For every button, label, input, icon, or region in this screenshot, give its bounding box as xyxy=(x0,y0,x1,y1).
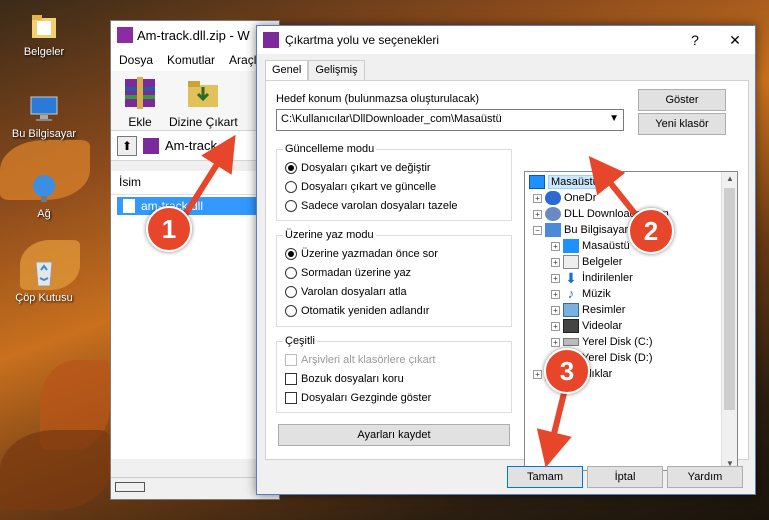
arrow-2 xyxy=(588,155,643,222)
callout-2: 2 xyxy=(628,208,674,254)
arrow-3 xyxy=(536,384,572,468)
callout-3: 3 xyxy=(544,348,590,394)
callout-1: 1 xyxy=(146,206,192,252)
tutorial-arrows xyxy=(182,134,643,468)
arrow-1 xyxy=(182,134,236,217)
